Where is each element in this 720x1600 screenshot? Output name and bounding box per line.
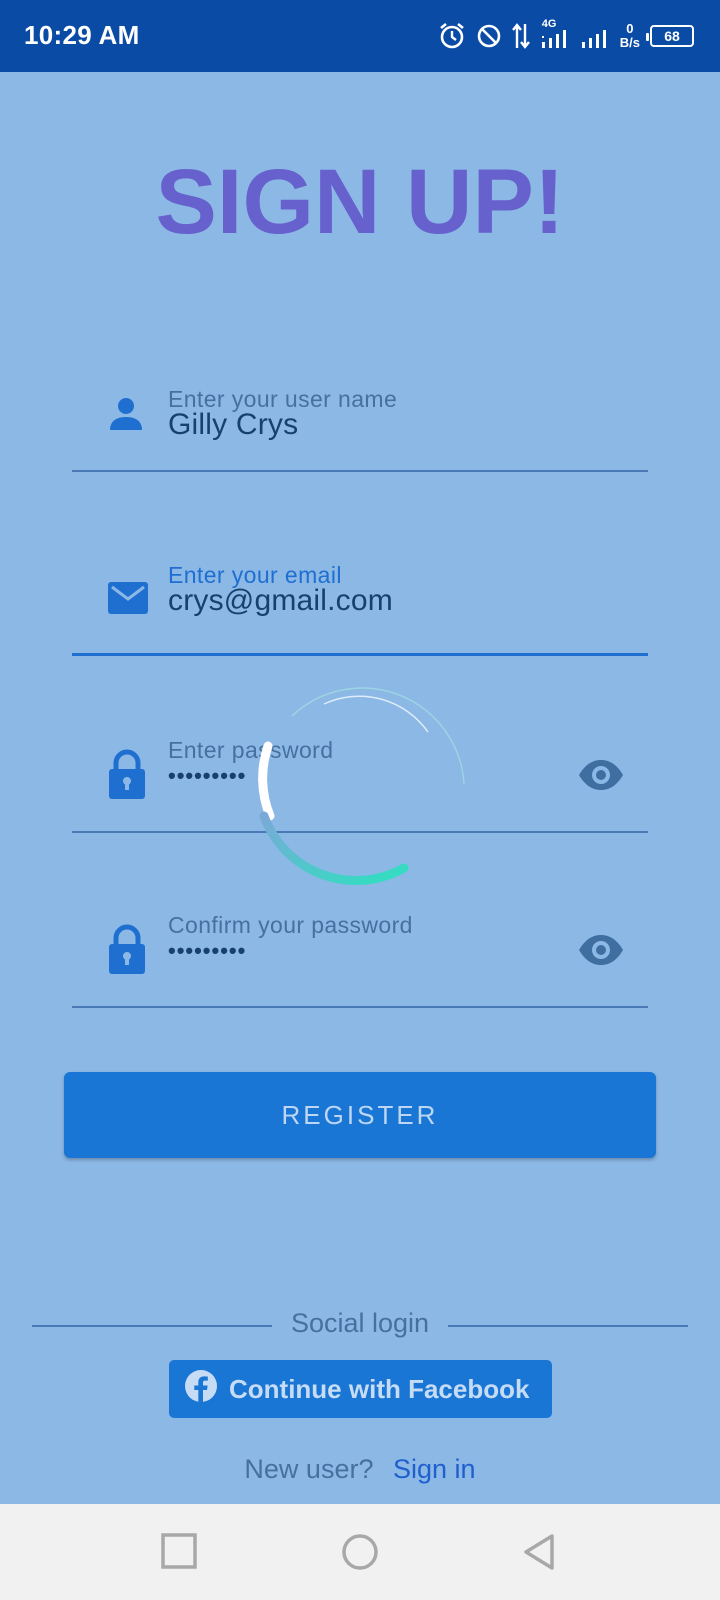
person-icon xyxy=(108,396,144,437)
facebook-button-label: Continue with Facebook xyxy=(229,1373,530,1404)
email-value[interactable]: crys@gmail.com xyxy=(168,584,393,618)
confirm-password-value[interactable]: ••••••••• xyxy=(168,938,246,964)
register-button[interactable]: REGISTER xyxy=(64,1072,656,1158)
battery-icon: 68 xyxy=(646,25,694,47)
facebook-icon xyxy=(185,1369,217,1409)
lock-icon xyxy=(108,924,146,979)
back-triangle-icon[interactable] xyxy=(522,1532,558,1577)
signal-icon: 4G xyxy=(540,18,570,50)
data-arrows-icon xyxy=(511,22,530,50)
eye-icon[interactable] xyxy=(578,934,624,971)
email-field[interactable]: Enter your email crys@gmail.com xyxy=(72,536,648,656)
facebook-login-button[interactable]: Continue with Facebook xyxy=(169,1360,552,1418)
social-login-divider: Social login xyxy=(32,1308,688,1348)
confirm-password-underline xyxy=(72,1006,648,1008)
circle-nav-icon[interactable] xyxy=(340,1532,380,1577)
signal-icon-2 xyxy=(580,22,610,50)
sign-in-link[interactable]: Sign in xyxy=(393,1454,476,1484)
confirm-password-field[interactable]: Confirm your password ••••••••• xyxy=(72,888,648,1008)
status-icons: 4G 0 B/s 68 xyxy=(438,18,694,54)
status-time: 10:29 AM xyxy=(24,20,140,50)
status-bar: 10:29 AM 4G 0 B/s 68 xyxy=(0,0,720,72)
divider-line-right xyxy=(448,1325,688,1327)
password-value[interactable]: ••••••••• xyxy=(168,763,246,789)
page-title: SIGN UP! xyxy=(155,151,565,253)
confirm-password-label: Confirm your password xyxy=(168,912,413,938)
net-speed-value: 0 xyxy=(626,21,634,36)
lock-icon xyxy=(108,749,146,804)
network-type-label: 4G xyxy=(541,18,557,30)
username-underline xyxy=(72,470,648,472)
loading-spinner xyxy=(252,676,472,901)
social-login-label: Social login xyxy=(290,1308,430,1338)
eye-icon[interactable] xyxy=(578,759,624,796)
new-user-question: New user? xyxy=(244,1454,374,1484)
new-user-row: New user? Sign in xyxy=(0,1454,720,1485)
square-nav-icon[interactable] xyxy=(160,1532,198,1575)
username-value[interactable]: Gilly Crys xyxy=(168,408,298,442)
dnd-icon xyxy=(476,23,502,49)
battery-level: 68 xyxy=(664,28,680,44)
email-underline xyxy=(72,653,648,656)
mail-icon xyxy=(108,582,148,619)
net-speed-unit: B/s xyxy=(619,35,640,50)
net-speed: 0 B/s xyxy=(620,22,640,50)
alarm-icon xyxy=(438,22,466,50)
username-field[interactable]: Enter your user name Gilly Crys xyxy=(72,352,648,472)
navigation-bar xyxy=(0,1504,720,1600)
